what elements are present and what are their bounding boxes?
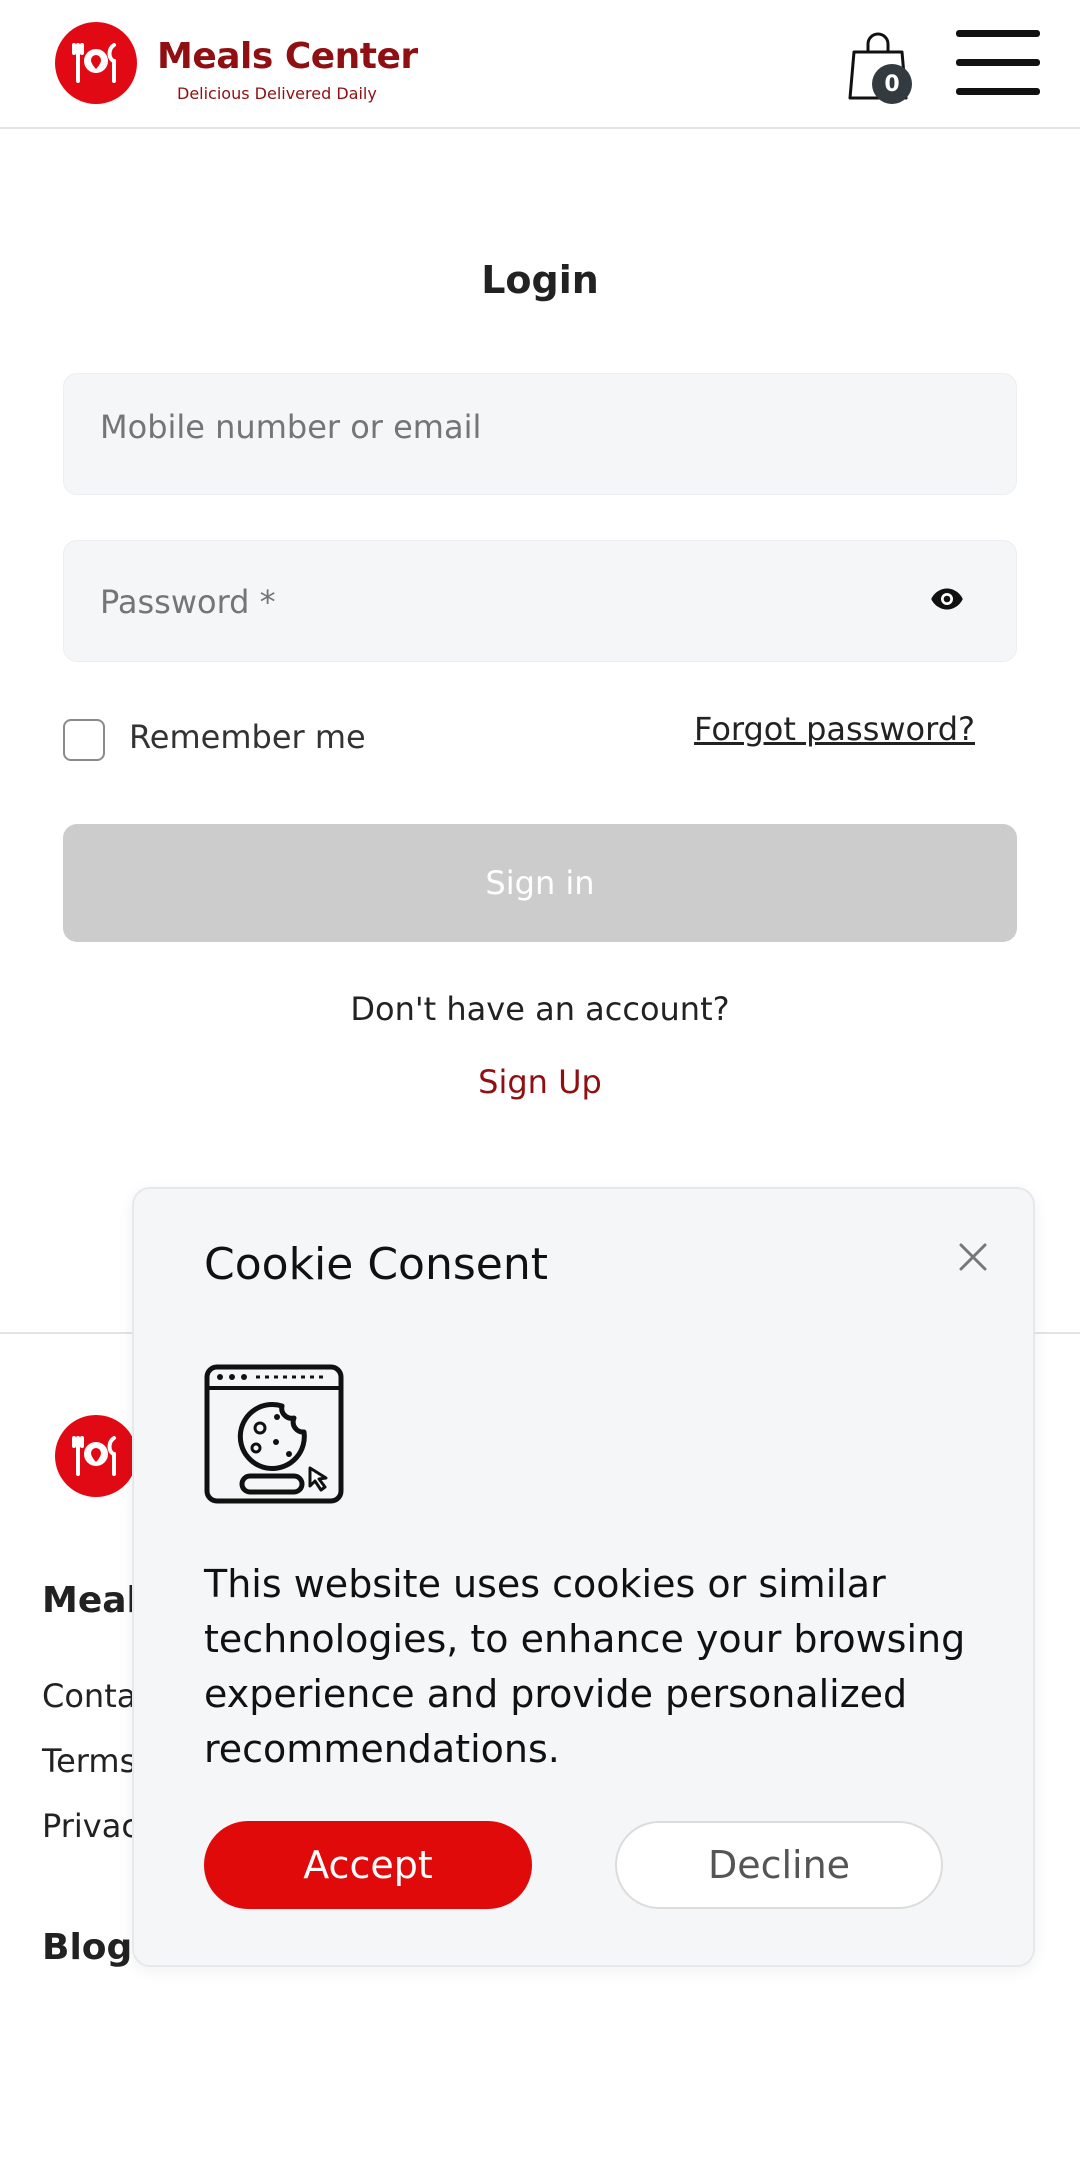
footer-link-privacy[interactable]: Privac bbox=[42, 1807, 139, 1845]
email-input[interactable] bbox=[98, 388, 902, 466]
sign-up-link[interactable]: Sign Up bbox=[0, 1063, 1080, 1101]
password-field[interactable] bbox=[63, 540, 1017, 663]
sign-in-button[interactable]: Sign in bbox=[63, 824, 1017, 942]
logo-utensils-icon bbox=[72, 43, 116, 83]
cookie-consent-dialog: Cookie Consent This website uses cookies… bbox=[132, 1187, 1035, 1967]
remember-me-checkbox[interactable] bbox=[63, 719, 105, 761]
cookie-browser-icon bbox=[204, 1364, 344, 1504]
footer-utensils-icon bbox=[72, 1436, 116, 1476]
footer-link-terms[interactable]: Terms bbox=[42, 1742, 136, 1780]
decline-button[interactable]: Decline bbox=[615, 1821, 943, 1909]
eye-icon[interactable] bbox=[928, 581, 966, 617]
forgot-password-link[interactable]: Forgot password? bbox=[694, 710, 975, 748]
password-input[interactable] bbox=[98, 541, 902, 663]
cookie-consent-title: Cookie Consent bbox=[204, 1239, 548, 1290]
email-field[interactable] bbox=[63, 373, 1017, 495]
close-icon[interactable] bbox=[953, 1237, 993, 1277]
brand-tagline: Delicious Delivered Daily bbox=[177, 84, 377, 103]
no-account-text: Don't have an account? bbox=[350, 990, 730, 1028]
hamburger-menu-icon[interactable] bbox=[956, 30, 1040, 96]
logo-icon[interactable] bbox=[55, 22, 137, 104]
cookie-consent-text: This website uses cookies or similar tec… bbox=[204, 1562, 966, 1771]
footer-heading-blog[interactable]: Blog bbox=[42, 1927, 132, 1968]
brand-name[interactable]: Meals Center bbox=[157, 36, 418, 77]
accept-button[interactable]: Accept bbox=[204, 1821, 532, 1909]
page-title: Login bbox=[481, 258, 599, 302]
footer-logo-icon[interactable] bbox=[55, 1415, 137, 1497]
header: Meals Center Delicious Delivered Daily 0 bbox=[0, 0, 1080, 129]
footer-link-contact[interactable]: Conta bbox=[42, 1677, 136, 1715]
remember-me-label: Remember me bbox=[129, 718, 366, 756]
cart-count-badge: 0 bbox=[872, 64, 912, 104]
